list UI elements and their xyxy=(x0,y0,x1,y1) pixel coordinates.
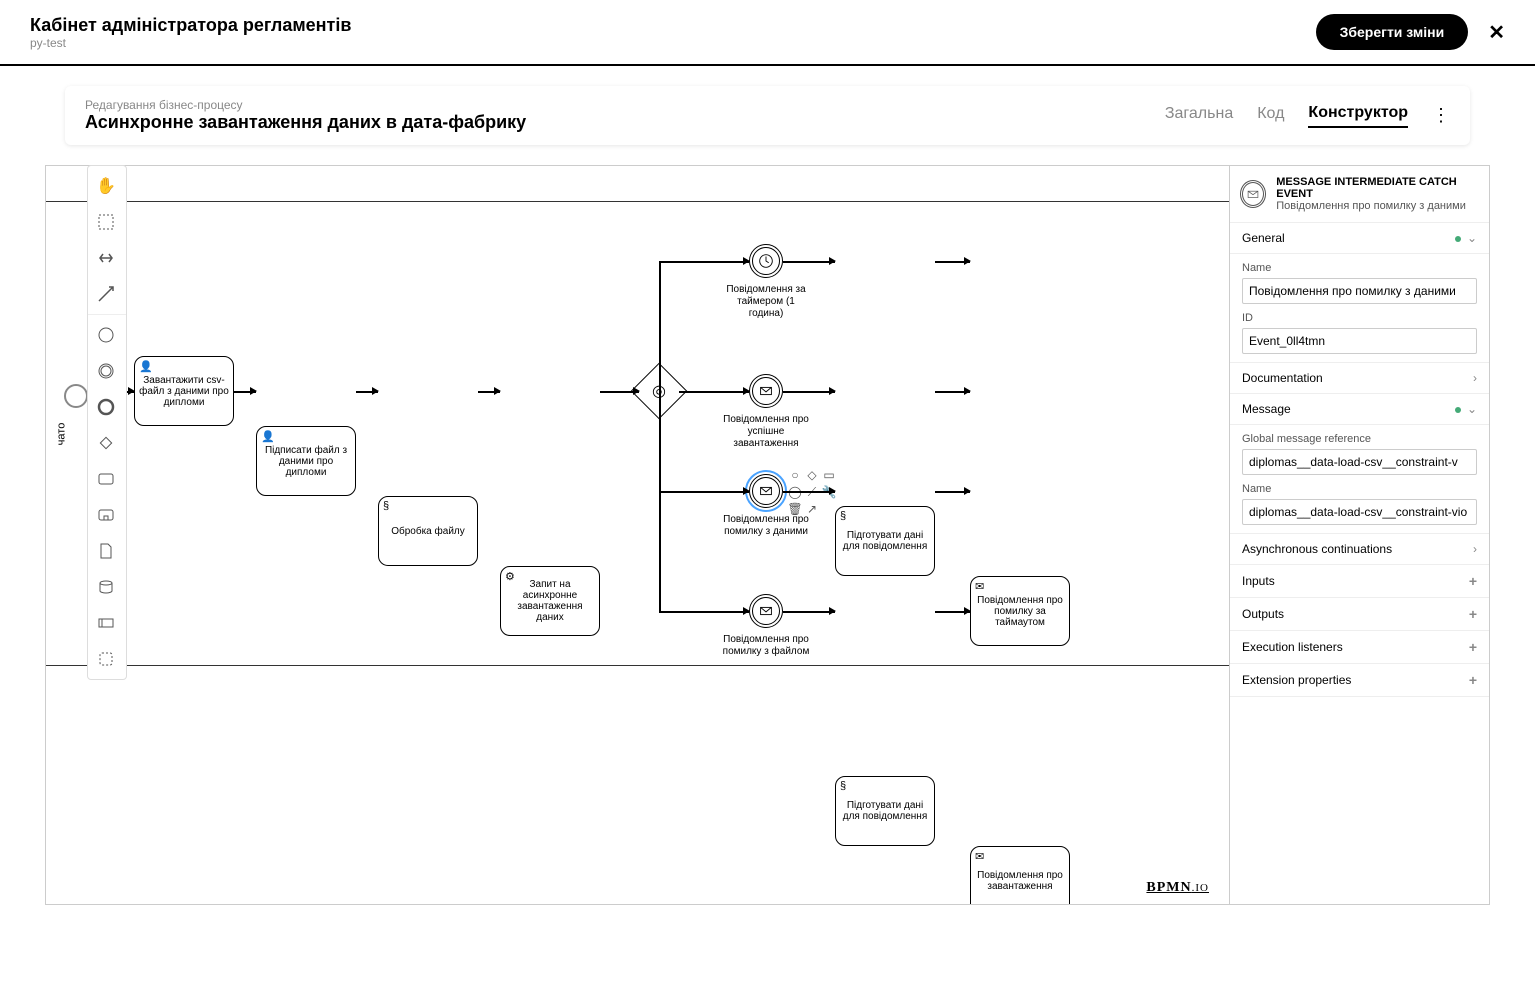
id-label: ID xyxy=(1242,312,1477,324)
tab-builder[interactable]: Конструктор xyxy=(1308,104,1408,128)
message-name-label: Name xyxy=(1242,483,1477,495)
data-object-icon[interactable] xyxy=(88,533,124,569)
plus-icon[interactable]: + xyxy=(1469,639,1477,655)
id-input[interactable] xyxy=(1242,328,1477,354)
properties-panel: MESSAGE INTERMEDIATE CATCH EVENT Повідом… xyxy=(1229,166,1489,904)
section-message[interactable]: Message ⌄ xyxy=(1230,394,1489,425)
element-name-label: Повідомлення про помилку з даними xyxy=(1276,200,1479,212)
chevron-down-icon: ⌄ xyxy=(1467,402,1477,416)
section-async[interactable]: Asynchronous continuations› xyxy=(1230,534,1489,565)
gmr-select[interactable] xyxy=(1242,449,1477,475)
participant-icon[interactable] xyxy=(88,605,124,641)
plus-icon[interactable]: + xyxy=(1469,606,1477,622)
task-icon[interactable] xyxy=(88,461,124,497)
bpmn-palette: ✋ xyxy=(87,165,127,680)
script-task-icon: § xyxy=(383,500,389,512)
element-type-label: MESSAGE INTERMEDIATE CATCH EVENT xyxy=(1276,176,1479,200)
tab-code[interactable]: Код xyxy=(1257,105,1284,127)
send-task-icon: ✉ xyxy=(975,850,984,863)
intermediate-event-icon[interactable] xyxy=(88,353,124,389)
save-button[interactable]: Зберегти зміни xyxy=(1316,14,1469,50)
end-event-icon[interactable] xyxy=(88,389,124,425)
section-execution-listeners[interactable]: Execution listeners+ xyxy=(1230,631,1489,664)
task-msg-c2[interactable]: ✉Повідомлення про завантаження xyxy=(970,846,1070,905)
gateway-icon[interactable] xyxy=(88,425,124,461)
ctx-start-event-icon[interactable]: ○ xyxy=(788,468,802,482)
script-task-icon: § xyxy=(840,780,846,792)
message-event-success-label: Повідомлення про успішне завантаження xyxy=(721,414,811,450)
task-load-csv[interactable]: 👤Завантажити csv-файл з даними про дипло… xyxy=(134,356,234,426)
message-event-file-error[interactable] xyxy=(749,594,783,628)
tab-general[interactable]: Загальна xyxy=(1165,105,1233,127)
connect-tool-icon[interactable] xyxy=(88,276,124,312)
start-event[interactable] xyxy=(64,384,88,408)
breadcrumb: Редагування бізнес-процесу xyxy=(85,98,526,112)
send-task-icon: ✉ xyxy=(975,580,984,593)
message-event-file-error-label: Повідомлення про помилку з файлом xyxy=(721,634,811,658)
plus-icon[interactable]: + xyxy=(1469,573,1477,589)
ctx-delete-icon[interactable]: 🗑 xyxy=(788,502,802,516)
bpmn-canvas[interactable]: чато 👤Завантажити csv-файл з даними про … xyxy=(45,165,1490,905)
ctx-connect-icon[interactable]: ↗ xyxy=(805,502,819,516)
timer-event[interactable] xyxy=(749,244,783,278)
message-event-data-error-label: Повідомлення про помилку з даними xyxy=(721,514,811,538)
group-icon[interactable] xyxy=(88,641,124,677)
chevron-down-icon: ⌄ xyxy=(1467,231,1477,245)
space-tool-icon[interactable] xyxy=(88,240,124,276)
task-prep-b2[interactable]: §Підготувати дані для повідомлення xyxy=(835,776,935,846)
chevron-right-icon: › xyxy=(1473,371,1477,385)
gmr-label: Global message reference xyxy=(1242,433,1477,445)
task-prep-b1[interactable]: §Підготувати дані для повідомлення xyxy=(835,506,935,576)
task-sign-file[interactable]: 👤Підписати файл з даними про дипломи xyxy=(256,426,356,496)
lane-label: чато xyxy=(55,422,67,445)
user-task-icon: 👤 xyxy=(261,430,275,443)
task-process-file[interactable]: §Обробка файлу xyxy=(378,496,478,566)
section-outputs[interactable]: Outputs+ xyxy=(1230,598,1489,631)
task-msg-c1[interactable]: ✉Повідомлення про помилку за таймаутом xyxy=(970,576,1070,646)
section-general[interactable]: General ⌄ xyxy=(1230,223,1489,254)
message-event-data-error[interactable] xyxy=(749,474,783,508)
plus-icon[interactable]: + xyxy=(1469,672,1477,688)
section-inputs[interactable]: Inputs+ xyxy=(1230,565,1489,598)
chevron-right-icon: › xyxy=(1473,542,1477,556)
element-type-icon xyxy=(1240,180,1266,208)
kebab-menu-icon[interactable]: ⋮ xyxy=(1432,105,1450,126)
ctx-gateway-icon[interactable]: ◇ xyxy=(805,468,819,482)
ctx-task-icon[interactable]: ▭ xyxy=(822,468,836,482)
app-subtitle: py-test xyxy=(30,36,351,50)
name-input[interactable] xyxy=(1242,278,1477,304)
hand-tool-icon[interactable]: ✋ xyxy=(88,168,124,204)
start-event-icon[interactable] xyxy=(88,317,124,353)
process-title: Асинхронне завантаження даних в дата-фаб… xyxy=(85,112,526,133)
message-event-success[interactable] xyxy=(749,374,783,408)
bpmn-io-logo: BPMN.IO xyxy=(1146,880,1209,896)
app-title: Кабінет адміністратора регламентів xyxy=(30,15,351,36)
task-async-request[interactable]: ⚙Запит на асинхронне завантаження даних xyxy=(500,566,600,636)
section-extension-properties[interactable]: Extension properties+ xyxy=(1230,664,1489,697)
service-task-icon: ⚙ xyxy=(505,570,515,583)
close-icon[interactable]: ✕ xyxy=(1488,20,1505,45)
lasso-tool-icon[interactable] xyxy=(88,204,124,240)
timer-event-label: Повідомлення за таймером (1 година) xyxy=(721,284,811,320)
message-name-input[interactable] xyxy=(1242,499,1477,525)
name-label: Name xyxy=(1242,262,1477,274)
data-store-icon[interactable] xyxy=(88,569,124,605)
user-task-icon: 👤 xyxy=(139,360,153,373)
section-documentation[interactable]: Documentation› xyxy=(1230,363,1489,394)
subprocess-icon[interactable] xyxy=(88,497,124,533)
